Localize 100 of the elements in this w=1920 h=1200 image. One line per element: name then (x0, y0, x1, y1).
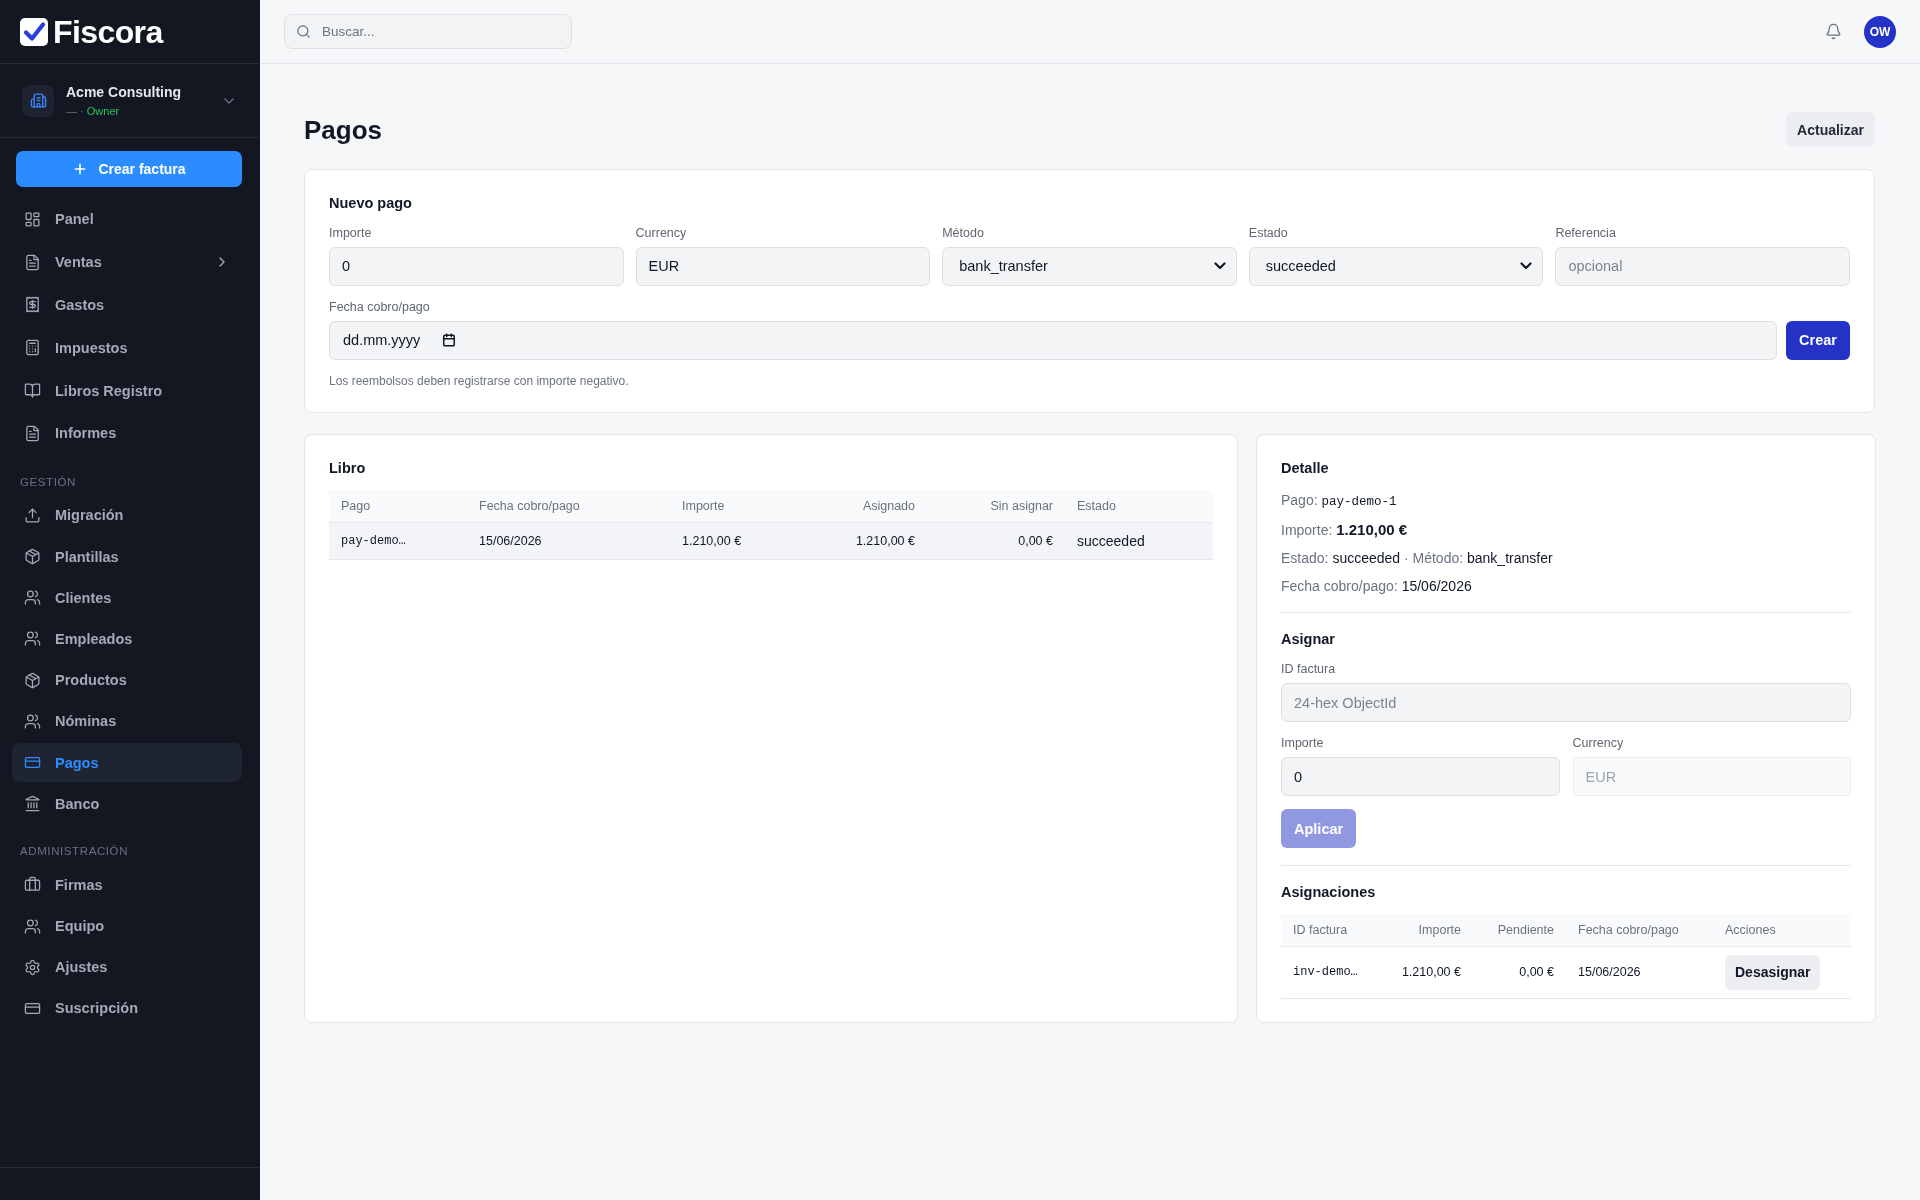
column-header: Pago (329, 490, 467, 522)
table-cell: 0,00 € (1473, 946, 1566, 999)
column-header: Importe (670, 490, 785, 522)
briefcase-icon (24, 876, 41, 894)
card-title: Nuevo pago (329, 193, 413, 213)
column-header: Asignado (785, 490, 927, 522)
chevron-down-icon (1520, 262, 1533, 270)
package-icon (24, 671, 41, 689)
check-logo-icon (20, 17, 48, 46)
table-cell: inv-demo… (1281, 946, 1371, 999)
users-icon (24, 589, 41, 607)
field-label: Método (942, 224, 985, 241)
sidebar-item[interactable]: Plantillas (12, 536, 242, 577)
calculator-icon (24, 339, 41, 357)
amount-input[interactable]: 0 (329, 246, 624, 286)
sidebar-item[interactable]: Libros Registro (12, 370, 242, 411)
reference-input[interactable]: opcional (1555, 246, 1850, 286)
table-row[interactable]: pay-demo… 15/06/2026 1.210,00 € 1.210,00 € 0,00 € succeeded (329, 522, 1213, 559)
sidebar-item[interactable]: Firmas (12, 865, 242, 905)
help-text: Los reembolsos deben registrarse con importe negativo. (329, 372, 630, 389)
amount-input[interactable]: 0 (1281, 757, 1560, 796)
column-header: Importe (1371, 914, 1473, 946)
card-title: Libro (329, 459, 367, 478)
detail-line: Importe: 1.210,00 € (1281, 520, 1409, 540)
package-icon (24, 548, 41, 566)
column-header: Fecha cobro/pago (1566, 914, 1713, 946)
section-title: Asignaciones (1281, 883, 1377, 902)
calendar-icon[interactable] (442, 333, 457, 347)
card-title: Detalle (1281, 459, 1330, 478)
workspace-role: — · Owner (66, 103, 121, 118)
users-icon (24, 630, 41, 648)
search-field[interactable]: Buscar... (284, 14, 572, 49)
status-select[interactable]: succeeded (1248, 246, 1544, 286)
sidebar-item[interactable]: Informes (12, 413, 242, 454)
search-icon (296, 24, 311, 39)
table-cell: 15/06/2026 (1566, 946, 1713, 999)
sidebar-item[interactable]: Ajustes (12, 947, 242, 987)
sidebar-item[interactable]: Clientes (12, 578, 242, 618)
column-header: Fecha cobro/pago (467, 490, 670, 522)
sidebar-item[interactable]: Suscripción (12, 988, 242, 1029)
chevron-down-icon (1213, 262, 1226, 270)
upload-icon (24, 506, 41, 524)
settings-icon (24, 958, 41, 976)
field-label: Currency (635, 224, 688, 241)
document-icon (24, 253, 41, 271)
field-label: Importe (1281, 735, 1325, 751)
column-header: Estado (1065, 490, 1213, 522)
table-cell: 15/06/2026 (467, 522, 670, 559)
field-label: ID factura (1281, 661, 1337, 677)
sidebar-item[interactable]: Nóminas (12, 701, 242, 741)
workspace-name[interactable]: Acme Consulting (66, 83, 209, 101)
invoice-id-input[interactable]: 24-hex ObjectId (1281, 683, 1851, 722)
sidebar-item[interactable]: Equipo (12, 906, 242, 946)
currency-input[interactable]: EUR (635, 246, 931, 286)
section-heading: ADMINISTRACIÓN (19, 844, 130, 860)
grid-icon (24, 210, 41, 228)
date-input[interactable]: dd.mm.yyyy (329, 320, 1778, 360)
bank-icon (24, 795, 41, 813)
field-label: Referencia (1555, 224, 1617, 241)
logo-text: Fiscora (53, 15, 163, 48)
detail-line: Pago: pay-demo-1 (1281, 491, 1398, 511)
building-icon (22, 84, 54, 117)
column-header: Acciones (1713, 914, 1851, 946)
table-cell: 0,00 € (927, 522, 1065, 559)
section-heading: GESTIÓN (19, 474, 77, 490)
avatar[interactable]: OW (1864, 15, 1896, 48)
unassign-button[interactable]: Desasignar (1725, 954, 1821, 990)
method-select[interactable]: bank_transfer (942, 246, 1237, 286)
refresh-button[interactable]: Actualizar (1786, 112, 1875, 147)
credit-card-icon (24, 754, 41, 771)
field-label: Importe (329, 224, 373, 241)
detail-line: Estado: succeeded · Método: bank_transfer (1281, 549, 1554, 568)
table-cell: 1.210,00 € (785, 522, 927, 559)
users-icon (24, 712, 41, 730)
sidebar-item[interactable]: Gastos (12, 284, 242, 326)
sidebar-item[interactable]: Ventas (12, 241, 242, 283)
field-label: Estado (1248, 224, 1289, 241)
column-header: ID factura (1281, 914, 1371, 946)
users-icon (24, 917, 41, 935)
sidebar-item[interactable]: Empleados (12, 619, 242, 659)
table-cell: pay-demo… (329, 522, 467, 559)
bell-icon[interactable] (1825, 23, 1842, 40)
sidebar-item[interactable]: Productos (12, 660, 242, 700)
column-header: Sin asignar (927, 490, 1065, 522)
table-cell: succeeded (1065, 522, 1213, 559)
page-title: Pagos (304, 114, 383, 145)
sidebar-item[interactable]: Panel (12, 199, 242, 240)
field-label: Currency (1572, 735, 1625, 751)
table-cell: 1.210,00 € (670, 522, 785, 559)
sidebar-item[interactable]: Banco (12, 784, 242, 824)
column-header: Pendiente (1473, 914, 1566, 946)
create-button[interactable]: Crear (1786, 320, 1850, 360)
receipt-icon (24, 296, 41, 314)
sidebar-item[interactable]: Pagos (12, 742, 242, 783)
table-cell: 1.210,00 € (1371, 946, 1473, 999)
sidebar-item[interactable]: Migración (12, 495, 242, 535)
document-icon (24, 424, 41, 442)
detail-line: Fecha cobro/pago: 15/06/2026 (1281, 577, 1473, 596)
book-icon (24, 382, 41, 400)
sidebar-item[interactable]: Impuestos (12, 327, 242, 369)
